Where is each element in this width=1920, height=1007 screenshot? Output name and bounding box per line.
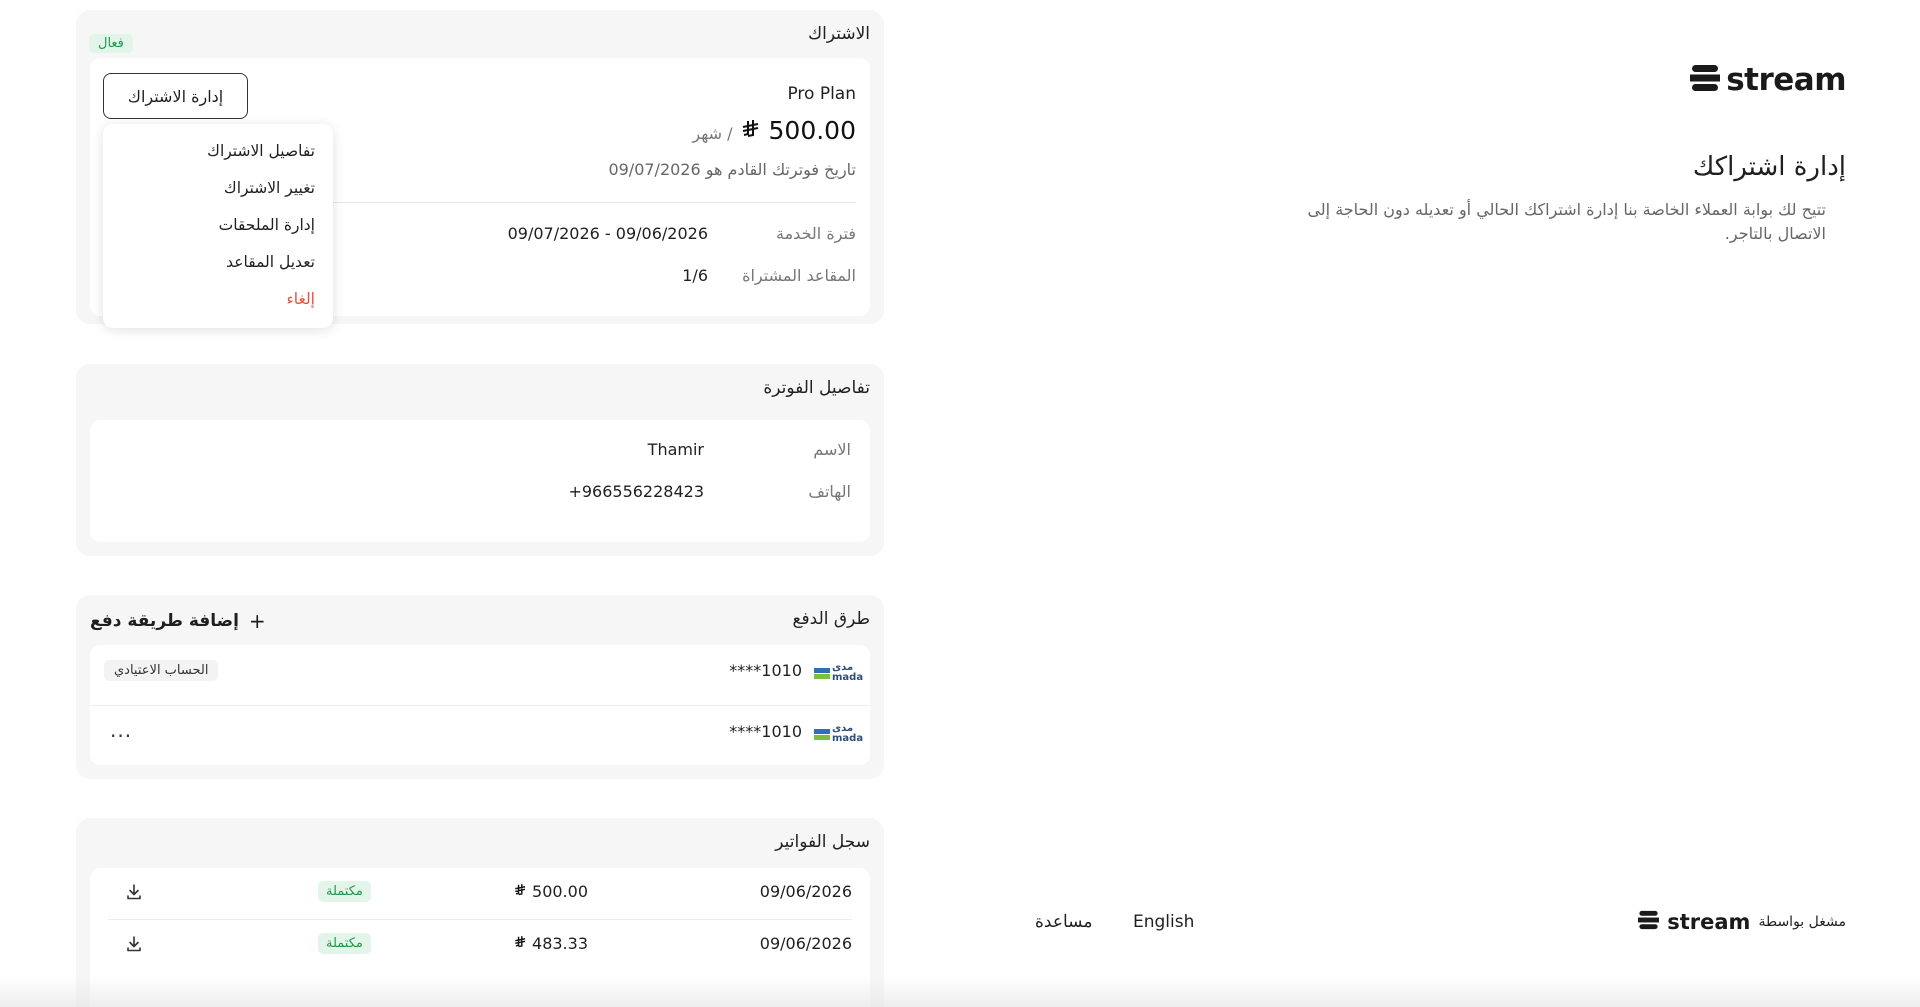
add-payment-method-button[interactable]: إضافة طريقة دفع + bbox=[90, 609, 266, 633]
card-number: ****1010 bbox=[729, 661, 802, 680]
logo-text: stream bbox=[1726, 62, 1846, 98]
seats-label: المقاعد المشتراة bbox=[742, 266, 856, 285]
payment-card-row[interactable]: مدى mada ****1010 الحساب الاعتيادي bbox=[90, 645, 870, 705]
invoice-amount-value: 483.33 bbox=[532, 934, 588, 953]
payment-methods-title: طرق الدفع bbox=[792, 609, 870, 629]
mada-card-icon: مدى mada bbox=[814, 724, 863, 744]
divider bbox=[332, 202, 856, 203]
menu-item-manage-addons[interactable]: إدارة الملحقات bbox=[219, 216, 315, 234]
seats-value: 1/6 bbox=[682, 266, 708, 285]
billing-details-title: تفاصيل الفوترة bbox=[763, 378, 870, 398]
menu-item-subscription-details[interactable]: تفاصيل الاشتراك bbox=[207, 142, 315, 160]
download-icon[interactable] bbox=[124, 882, 144, 902]
mada-label: mada bbox=[832, 672, 864, 683]
stream-logo-icon bbox=[1638, 910, 1660, 934]
card-number: ****1010 bbox=[729, 722, 802, 741]
invoice-amount: 500.00 bbox=[514, 882, 588, 901]
status-badge: فعال bbox=[89, 34, 133, 53]
invoice-row: 09/06/2026 500.00 مكتملة bbox=[108, 868, 852, 920]
riyal-icon bbox=[741, 119, 761, 145]
phone-label: الهاتف bbox=[808, 482, 851, 501]
more-options-button[interactable]: ... bbox=[110, 718, 132, 742]
invoice-history-card: سجل الفواتير 09/06/2026 500.00 مكتملة 09… bbox=[76, 818, 884, 1007]
help-link[interactable]: مساعدة bbox=[1035, 912, 1092, 932]
service-period-value: 09/07/2026 - 09/06/2026 bbox=[507, 224, 708, 243]
payment-methods-card: طرق الدفع إضافة طريقة دفع + مدى mada ****… bbox=[76, 595, 884, 779]
invoice-date: 09/06/2026 bbox=[759, 934, 852, 953]
billing-details-card: تفاصيل الفوترة الاسم Thamir الهاتف +9665… bbox=[76, 364, 884, 556]
invoice-status-badge: مكتملة bbox=[318, 933, 371, 954]
page-description: تتيح لك بوابة العملاء الخاصة بنا إدارة ا… bbox=[1307, 200, 1826, 243]
language-english-link[interactable]: English bbox=[1133, 912, 1194, 932]
invoice-row: 09/06/2026 483.33 مكتملة bbox=[108, 920, 852, 972]
next-invoice-date: تاريخ فوترتك القادم هو 09/07/2026 bbox=[608, 160, 856, 179]
billing-details-panel: الاسم Thamir الهاتف +966556228423 bbox=[90, 420, 870, 542]
manage-subscription-button[interactable]: إدارة الاشتراك bbox=[103, 73, 248, 119]
mada-label: mada bbox=[832, 733, 864, 744]
service-period-label: فترة الخدمة bbox=[776, 224, 856, 243]
price-period: / شهر bbox=[692, 124, 733, 143]
subscription-title: الاشتراك bbox=[808, 24, 870, 44]
invoice-amount: 483.33 bbox=[514, 934, 588, 953]
invoice-history-title: سجل الفواتير bbox=[775, 832, 870, 852]
add-payment-label: إضافة طريقة دفع bbox=[90, 611, 239, 631]
invoice-amount-value: 500.00 bbox=[532, 882, 588, 901]
menu-item-change-subscription[interactable]: تغيير الاشتراك bbox=[224, 179, 315, 197]
payment-methods-panel: مدى mada ****1010 الحساب الاعتيادي مدى mad… bbox=[90, 645, 870, 765]
download-icon[interactable] bbox=[124, 934, 144, 954]
plan-name: Pro Plan bbox=[787, 84, 856, 104]
name-value: Thamir bbox=[647, 440, 704, 459]
riyal-icon bbox=[514, 934, 532, 953]
default-account-badge: الحساب الاعتيادي bbox=[104, 660, 219, 681]
phone-value: +966556228423 bbox=[568, 482, 704, 501]
menu-item-cancel[interactable]: إلغاء bbox=[286, 290, 315, 308]
payment-card-row[interactable]: مدى mada ****1010 ... bbox=[90, 705, 870, 765]
riyal-icon bbox=[514, 882, 532, 901]
price-amount: 500.00 bbox=[768, 116, 856, 145]
menu-item-edit-seats[interactable]: تعديل المقاعد bbox=[226, 253, 315, 271]
manage-subscription-menu: تفاصيل الاشتراك تغيير الاشتراك إدارة الم… bbox=[103, 124, 333, 328]
mada-card-icon: مدى mada bbox=[814, 663, 863, 683]
page-title: إدارة اشتراكك bbox=[1692, 152, 1846, 182]
stream-logo-icon bbox=[1690, 64, 1721, 96]
plus-icon: + bbox=[248, 609, 266, 633]
price-row: / شهر 500.00 bbox=[692, 116, 856, 145]
invoice-history-panel: 09/06/2026 500.00 مكتملة 09/06/2026 483.… bbox=[90, 868, 870, 1007]
stream-logo: stream bbox=[1690, 62, 1846, 98]
invoice-date: 09/06/2026 bbox=[759, 882, 852, 901]
name-label: الاسم bbox=[813, 440, 851, 459]
powered-by: stream مشغل بواسطة bbox=[1638, 910, 1846, 934]
invoice-status-badge: مكتملة bbox=[318, 881, 371, 902]
powered-by-label: مشغل بواسطة bbox=[1758, 914, 1846, 930]
footer-logo-text: stream bbox=[1667, 910, 1751, 934]
